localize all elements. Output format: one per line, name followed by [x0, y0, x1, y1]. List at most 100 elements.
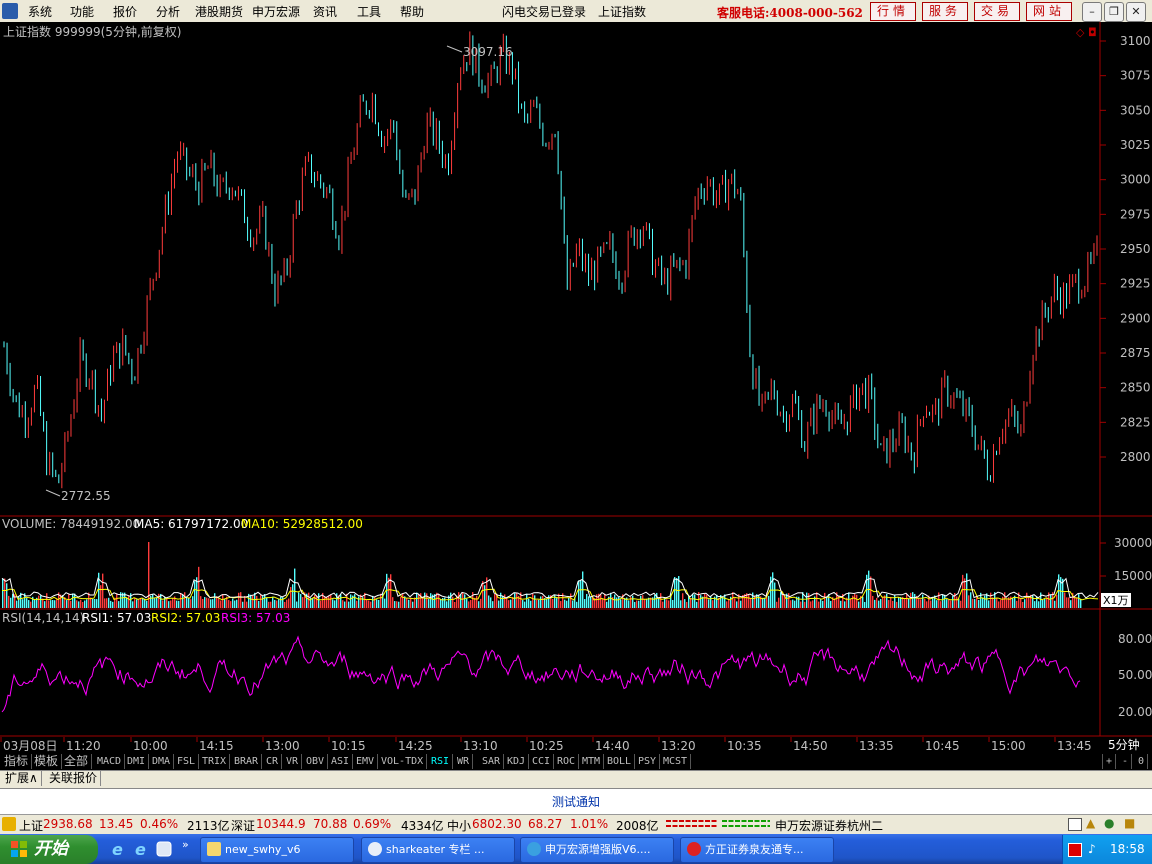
app-logo-icon[interactable]: [2, 3, 18, 19]
indicator-tab-macd[interactable]: MACD: [94, 754, 126, 769]
task-founder[interactable]: 方正证券泉友通专...: [680, 837, 834, 863]
indicator-tab-trix[interactable]: TRIX: [199, 754, 231, 769]
website-button[interactable]: 网站: [1026, 2, 1072, 21]
time-axis-label: 15:00: [991, 739, 1026, 753]
indicator-tab-rsi[interactable]: RSI: [428, 754, 454, 769]
task-browser[interactable]: sharkeater 专栏 ...: [361, 837, 515, 863]
volume-bar: [214, 593, 216, 608]
volume-bar: [810, 601, 812, 608]
breadth-bar-top: [666, 820, 671, 822]
volume-bar: [672, 599, 674, 608]
task-folder[interactable]: new_swhy_v6: [200, 837, 354, 863]
extend-toggle-tab[interactable]: 扩展∧: [2, 771, 42, 786]
related-quote-tab[interactable]: 关联报价: [46, 771, 102, 786]
breadth-bar-bottom: [748, 825, 753, 827]
indicator-tab-cci[interactable]: CCI: [529, 754, 555, 769]
volume-bar: [736, 601, 738, 608]
indicator-tab-wr[interactable]: WR: [454, 754, 474, 769]
indicator-tab-psy[interactable]: PSY: [635, 754, 661, 769]
volume-bar: [182, 594, 184, 608]
window-icon[interactable]: [1068, 818, 1082, 831]
menu-quote[interactable]: 报价: [113, 3, 137, 20]
indicator-tab-roc[interactable]: ROC: [554, 754, 580, 769]
market-breadth-bars: [666, 820, 770, 827]
menu-tools[interactable]: 工具: [357, 3, 381, 20]
volume-bar: [198, 566, 200, 608]
indicator-tab-cr[interactable]: CR: [263, 754, 283, 769]
indicator-tab-dmi[interactable]: DMI: [124, 754, 150, 769]
notice-text[interactable]: 测试通知: [0, 793, 1152, 810]
indicator-tab-模板[interactable]: 模板: [31, 754, 63, 769]
ime-icon[interactable]: [1068, 843, 1082, 857]
zoom-in-button[interactable]: +: [1102, 754, 1117, 769]
indicator-tab-brar[interactable]: BRAR: [231, 754, 263, 769]
ie-icon-2[interactable]: e: [133, 840, 151, 858]
menu-analysis[interactable]: 分析: [156, 3, 180, 20]
menu-hk-futures[interactable]: 港股期货: [195, 3, 243, 20]
volume-bar: [142, 597, 144, 608]
app-shortcut-icon[interactable]: [155, 840, 173, 858]
indicator-tab-sar[interactable]: SAR: [479, 754, 505, 769]
indicator-tab-vol-tdx[interactable]: VOL-TDX: [378, 754, 428, 769]
chart-maximize-icon[interactable]: ◘: [1088, 26, 1097, 39]
network-icon[interactable]: ♪: [1088, 842, 1096, 856]
volume-bar: [26, 598, 28, 608]
indicator-tab-emv[interactable]: EMV: [353, 754, 379, 769]
ie-icon[interactable]: e: [110, 840, 128, 858]
zoom-out-button[interactable]: -: [1119, 754, 1133, 769]
indicator-tab-指标[interactable]: 指标: [1, 754, 33, 769]
volume-bar: [938, 592, 940, 608]
indicator-tab-全部[interactable]: 全部: [61, 754, 93, 769]
minimize-icon[interactable]: –: [1082, 2, 1102, 22]
menu-function[interactable]: 功能: [70, 3, 94, 20]
volume-bar: [252, 595, 254, 608]
volume-bar: [620, 599, 622, 608]
service-button[interactable]: 服务: [922, 2, 968, 21]
volume-bar: [526, 593, 528, 608]
volume-bar: [940, 601, 942, 608]
market-button[interactable]: 行情: [870, 2, 916, 21]
menu-swhy[interactable]: 申万宏源: [252, 3, 300, 20]
lock-icon[interactable]: ■: [1124, 816, 1135, 830]
trade-button[interactable]: 交易: [974, 2, 1020, 21]
volume-bar: [358, 596, 360, 608]
signal-icon[interactable]: ▲: [1086, 816, 1095, 830]
volume-bar: [972, 598, 974, 608]
indicator-tab-boll[interactable]: BOLL: [604, 754, 636, 769]
volume-bar: [38, 595, 40, 608]
restore-icon[interactable]: ❐: [1104, 2, 1124, 22]
swhy-icon: [527, 842, 541, 856]
zoom-reset-button[interactable]: 0: [1135, 754, 1149, 769]
rsi1-value: RSI1: 57.03: [82, 611, 151, 625]
task-swhy[interactable]: 申万宏源增强版V6....: [520, 837, 674, 863]
volume-bar: [996, 597, 998, 608]
menu-system[interactable]: 系统: [28, 3, 52, 20]
volume-bar: [206, 597, 208, 608]
indicator-tab-kdj[interactable]: KDJ: [504, 754, 530, 769]
menu-help[interactable]: 帮助: [400, 3, 424, 20]
menu-news[interactable]: 资讯: [313, 3, 337, 20]
volume-bar: [572, 600, 574, 608]
indicator-tab-vr[interactable]: VR: [283, 754, 303, 769]
indicator-tab-dma[interactable]: DMA: [149, 754, 175, 769]
indicator-tab-fsl[interactable]: FSL: [174, 754, 200, 769]
price-axis-label: 3000: [1120, 173, 1151, 187]
close-icon[interactable]: ✕: [1126, 2, 1146, 22]
volume-bar: [896, 601, 898, 608]
breadth-bar-bottom: [761, 825, 766, 827]
quicklaunch-more-icon[interactable]: »: [182, 838, 189, 851]
indicator-tab-asi[interactable]: ASI: [328, 754, 354, 769]
clock[interactable]: 18:58: [1110, 842, 1145, 856]
volume-bar: [256, 595, 258, 608]
volume-bar: [22, 599, 24, 608]
volume-bar: [172, 598, 174, 608]
volume-bar: [888, 600, 890, 608]
connection-icon[interactable]: ●: [1104, 816, 1114, 830]
indicator-tab-mcst[interactable]: MCST: [660, 754, 692, 769]
status-menu-icon[interactable]: [2, 817, 16, 831]
period-label[interactable]: 5分钟: [1108, 737, 1140, 752]
indicator-tab-obv[interactable]: OBV: [303, 754, 329, 769]
chart-toggle-icon[interactable]: ◇: [1076, 26, 1085, 39]
indicator-tab-mtm[interactable]: MTM: [579, 754, 605, 769]
chart-area[interactable]: 上证指数 999999(5分钟,前复权) ◇ ◘ 3097.16 2772.55…: [0, 22, 1152, 755]
